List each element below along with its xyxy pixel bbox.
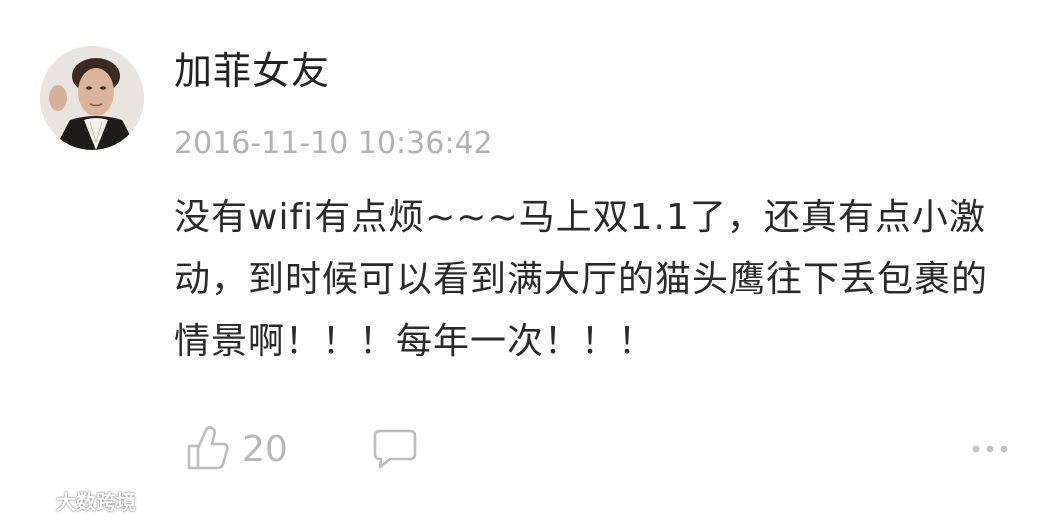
watermark-logo-icon [8, 487, 52, 514]
comment-button[interactable] [372, 428, 418, 474]
thumbs-up-icon [186, 424, 230, 476]
more-icon [970, 440, 1010, 459]
timestamp: 2016-11-10 10:36:42 [174, 126, 493, 161]
comment-text: 没有wifi有点烦~~~马上双1.1了，还真有点小激动，到时候可以看到满大厅的猫… [174, 197, 989, 362]
watermark-text: 大数跨境 [56, 490, 136, 514]
avatar[interactable] [40, 46, 144, 150]
comment-card: 加菲女友 2016-11-10 10:36:42 没有wifi有点烦~~~马上双… [0, 0, 1062, 522]
comment-icon [372, 429, 418, 474]
like-button[interactable]: 20 [186, 424, 288, 476]
more-button[interactable] [970, 440, 1010, 459]
avatar-image [40, 46, 144, 150]
watermark: 大数跨境 [8, 486, 136, 515]
like-count: 20 [242, 429, 288, 470]
username[interactable]: 加菲女友 [174, 46, 330, 96]
action-bar: 20 [0, 420, 1062, 480]
